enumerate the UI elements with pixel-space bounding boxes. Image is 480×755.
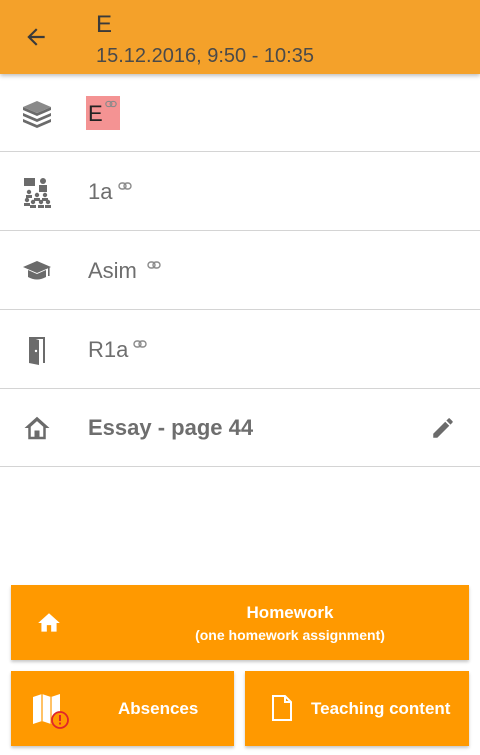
homework-row[interactable]: Essay - page 44 — [0, 389, 480, 467]
room-value: R1a — [88, 337, 129, 362]
homework-button-subtitle: (one homework assignment) — [195, 627, 385, 643]
back-button[interactable] — [16, 17, 56, 57]
teacher-value: Asim — [88, 258, 137, 283]
link-icon — [105, 100, 117, 108]
class-value: 1a — [88, 179, 113, 204]
pencil-icon — [433, 418, 453, 438]
lesson-datetime: 15.12.2016, 9:50 - 10:35 — [96, 45, 314, 67]
subject-row[interactable] — [0, 74, 480, 152]
arrow-left-icon — [27, 28, 45, 46]
edit-homework-button[interactable] — [428, 413, 458, 443]
document-icon — [269, 694, 295, 722]
map-with-alert-icon — [31, 693, 75, 733]
door-icon — [20, 333, 54, 367]
subject-chip[interactable]: E — [86, 96, 120, 130]
homework-button-title: Homework — [246, 603, 334, 622]
classroom-icon — [20, 175, 54, 209]
graduation-cap-icon — [20, 254, 54, 288]
homework-button[interactable]: Homework (one homework assignment) — [11, 585, 469, 660]
homework-value: Essay - page 44 — [88, 415, 254, 440]
subject-value: E — [88, 101, 103, 126]
room-row[interactable]: R1a — [0, 311, 480, 389]
class-row[interactable]: 1a — [0, 153, 480, 231]
teacher-row[interactable]: Asim — [0, 232, 480, 310]
home-icon — [20, 411, 54, 445]
page-title: E — [96, 11, 113, 38]
link-icon — [133, 340, 147, 348]
teaching-content-button-label: Teaching content — [311, 699, 451, 718]
link-icon — [147, 261, 161, 269]
app-bar: E 15.12.2016, 9:50 - 10:35 — [0, 0, 480, 74]
absences-button[interactable]: Absences — [11, 671, 234, 746]
books-icon — [20, 96, 54, 130]
link-icon — [118, 182, 132, 190]
absences-button-label: Absences — [118, 699, 199, 718]
teaching-content-button[interactable]: Teaching content — [245, 671, 469, 746]
